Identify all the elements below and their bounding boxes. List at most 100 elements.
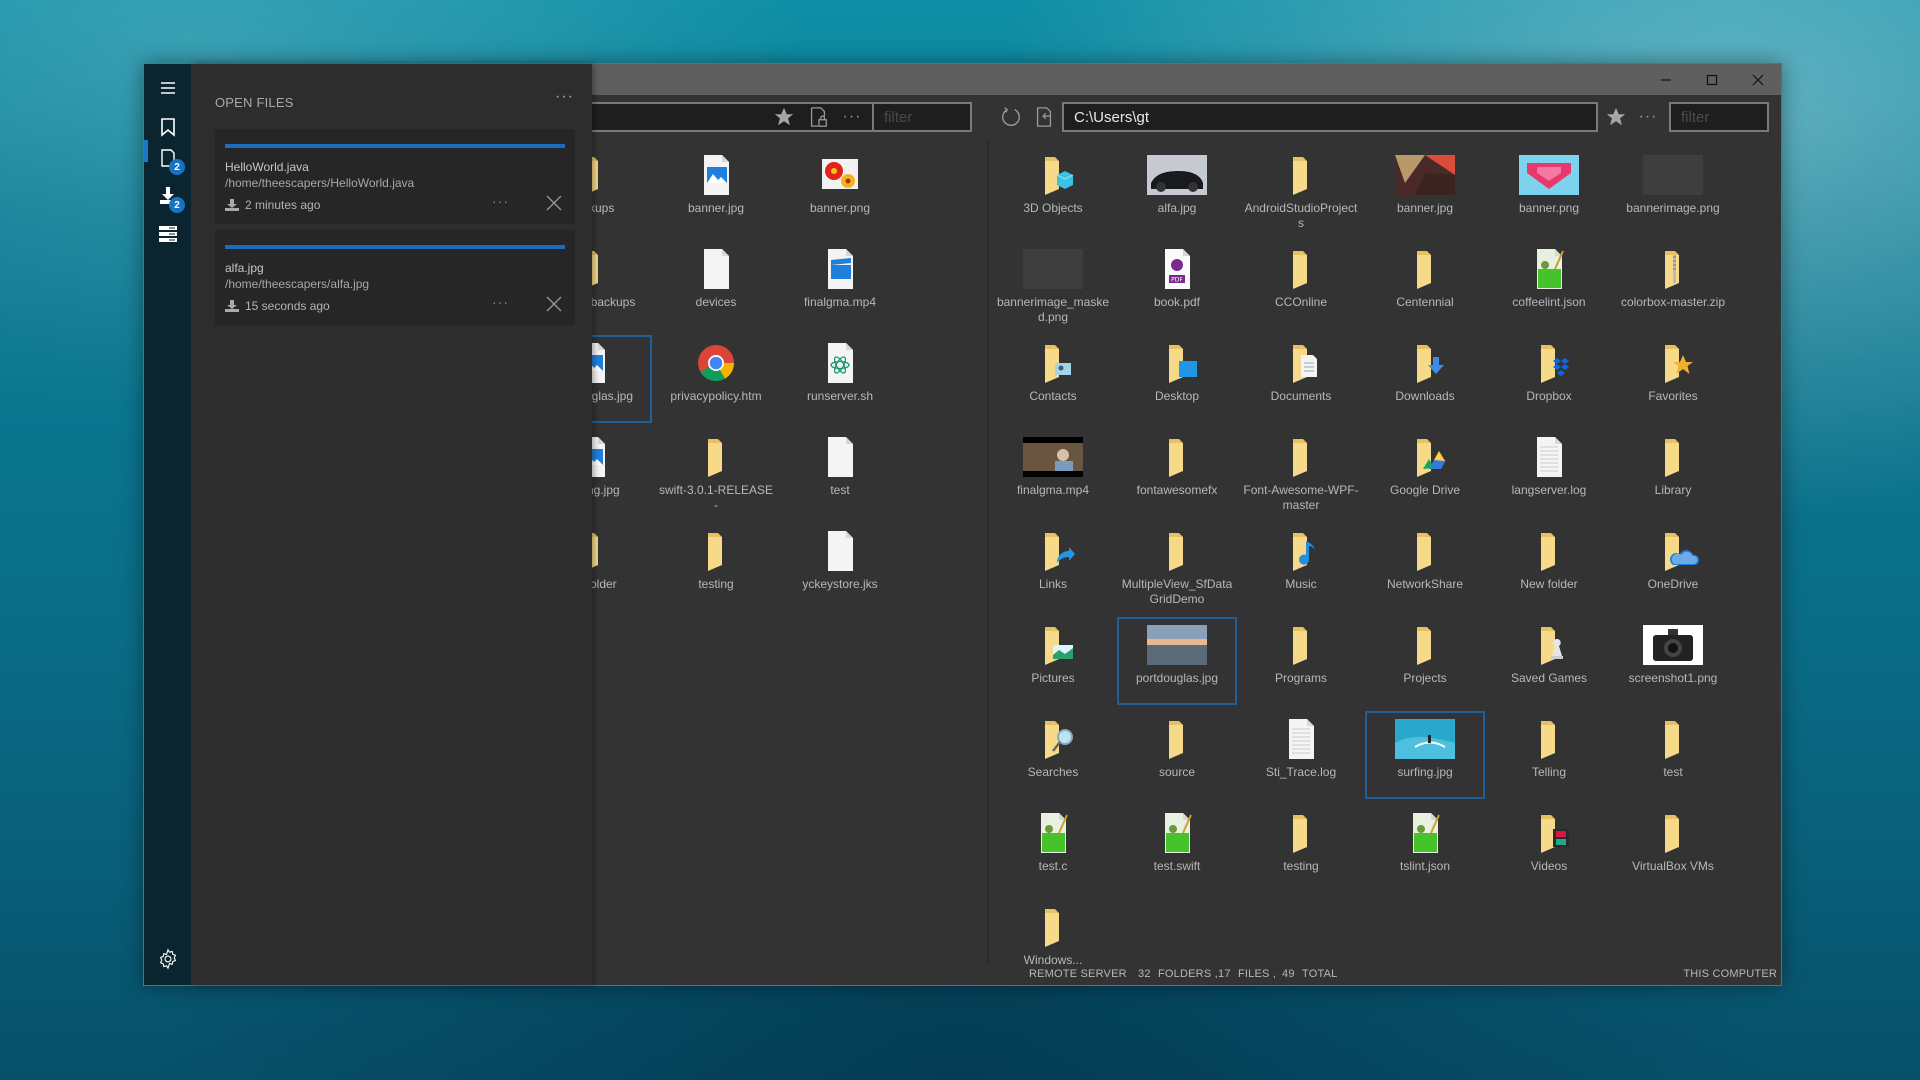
file-item[interactable]: Favorites [1613, 335, 1733, 423]
file-item-label: Font-Awesome-WPF-master [1243, 483, 1359, 512]
file-item[interactable]: langserver.log [1489, 429, 1609, 517]
file-item[interactable]: Saved Games [1489, 617, 1609, 705]
open-files-button[interactable]: 2 [144, 140, 191, 176]
file-item[interactable]: banner.jpg [1365, 147, 1485, 235]
file-item[interactable]: New folder [1489, 523, 1609, 611]
settings-button[interactable] [144, 941, 191, 977]
left-lock-button[interactable] [806, 106, 830, 128]
file-item[interactable]: runserver.sh [780, 335, 900, 423]
file-item[interactable]: Music [1241, 523, 1361, 611]
file-item[interactable]: test [1613, 711, 1733, 799]
file-item[interactable]: Contacts [993, 335, 1113, 423]
file-item[interactable]: Downloads [1365, 335, 1485, 423]
file-item[interactable]: Links [993, 523, 1113, 611]
left-more-button[interactable]: ··· [840, 106, 864, 128]
file-item[interactable]: portdouglas.jpg [1117, 617, 1237, 705]
minimize-button[interactable] [1643, 64, 1689, 95]
file-item[interactable]: finalgma.mp4 [993, 429, 1113, 517]
svg-text:PDF: PDF [1171, 277, 1183, 284]
file-item[interactable]: source [1117, 711, 1237, 799]
file-item-label: OneDrive [1647, 577, 1699, 591]
file-item[interactable]: surfing.jpg [592, 429, 652, 517]
file-item[interactable]: Google Drive [1365, 429, 1485, 517]
file-item[interactable]: Pictures [993, 617, 1113, 705]
file-item-label: MultipleView_SfDataGridDemo [1121, 577, 1233, 606]
file-item[interactable]: VirtualBox VMs [1613, 805, 1733, 893]
close-button[interactable] [1735, 64, 1781, 95]
file-item[interactable]: alfa.jpg [1117, 147, 1237, 235]
right-filter-input[interactable] [1669, 102, 1769, 132]
file-item[interactable]: Desktop [1117, 335, 1237, 423]
file-item[interactable]: Library [1613, 429, 1733, 517]
file-item[interactable]: banner.png [1489, 147, 1609, 235]
open-file-card[interactable]: HelloWorld.java /home/theescapers/HelloW… [215, 129, 575, 224]
file-item-label: Library [1654, 483, 1692, 497]
file-item[interactable]: banner.jpg [656, 147, 776, 235]
file-item[interactable]: MultipleView_SfDataGridDemo [1117, 523, 1237, 611]
file-item[interactable]: swift-3.0.1-RELEASE- [656, 429, 776, 517]
file-item[interactable]: portdouglas.jpg [592, 335, 652, 423]
open-files-title: OPEN FILES [215, 95, 294, 110]
file-item[interactable]: privacypolicy.htm [656, 335, 776, 423]
downloads-badge: 2 [169, 197, 185, 213]
file-item-label: Saved Games [1510, 671, 1588, 685]
file-item[interactable]: Font-Awesome-WPF-master [1241, 429, 1361, 517]
file-item[interactable]: test [780, 429, 900, 517]
open-file-button[interactable] [1032, 106, 1056, 128]
file-item[interactable]: devices [656, 241, 776, 329]
file-item[interactable]: surfing.jpg [1365, 711, 1485, 799]
file-item[interactable]: testfolder [592, 523, 652, 611]
left-bookmark-button[interactable] [772, 106, 796, 128]
file-item[interactable]: Dropbox [1489, 335, 1609, 423]
right-more-button[interactable]: ··· [1636, 106, 1660, 128]
file-item[interactable]: yckeystore.jks [780, 523, 900, 611]
file-item[interactable]: desktopbackups [592, 241, 652, 329]
file-item[interactable]: CCOnline [1241, 241, 1361, 329]
file-item[interactable]: Sti_Trace.log [1241, 711, 1361, 799]
file-item[interactable]: testing [1241, 805, 1361, 893]
right-bookmark-button[interactable] [1604, 106, 1628, 128]
file-item[interactable]: bannerimage.png [1613, 147, 1733, 235]
file-more-button[interactable]: ··· [492, 294, 509, 310]
file-item[interactable]: bannerimage_masked.png [993, 241, 1113, 329]
file-item[interactable]: 3D Objects [993, 147, 1113, 235]
file-item[interactable]: Telling [1489, 711, 1609, 799]
file-item[interactable]: screenshot1.png [1613, 617, 1733, 705]
flower-image-icon [810, 153, 870, 197]
file-item[interactable]: Programs [1241, 617, 1361, 705]
image-thumbnail [1643, 623, 1703, 667]
right-path-input[interactable] [1062, 102, 1598, 132]
file-item[interactable]: backups [592, 147, 652, 235]
file-item[interactable]: banner.png [780, 147, 900, 235]
file-item[interactable]: Windows... [993, 899, 1113, 965]
file-item[interactable]: testing [656, 523, 776, 611]
file-item[interactable]: colorbox-master.zip [1613, 241, 1733, 329]
open-file-card[interactable]: alfa.jpg /home/theescapers/alfa.jpg 15 s… [215, 230, 575, 325]
file-more-button[interactable]: ··· [492, 193, 509, 209]
downloads-button[interactable]: 2 [144, 178, 191, 214]
file-item[interactable]: test.c [993, 805, 1113, 893]
file-item[interactable]: fontawesomefx [1117, 429, 1237, 517]
file-item[interactable]: Centennial [1365, 241, 1485, 329]
file-item[interactable]: Videos [1489, 805, 1609, 893]
open-files-more-button[interactable]: ··· [555, 88, 574, 106]
file-item[interactable]: AndroidStudioProjects [1241, 147, 1361, 235]
maximize-button[interactable] [1689, 64, 1735, 95]
file-item[interactable]: PDF book.pdf [1117, 241, 1237, 329]
hamburger-menu-button[interactable] [144, 70, 191, 106]
file-item[interactable]: Documents [1241, 335, 1361, 423]
refresh-button[interactable] [999, 106, 1023, 128]
close-file-icon[interactable] [546, 195, 562, 211]
file-item[interactable]: OneDrive [1613, 523, 1733, 611]
folder-icon [1643, 717, 1703, 761]
file-item[interactable]: finalgma.mp4 [780, 241, 900, 329]
file-item[interactable]: coffeelint.json [1489, 241, 1609, 329]
file-item[interactable]: test.swift [1117, 805, 1237, 893]
servers-button[interactable] [144, 216, 191, 252]
left-filter-input[interactable] [872, 102, 972, 132]
file-item[interactable]: Projects [1365, 617, 1485, 705]
close-file-icon[interactable] [546, 296, 562, 312]
file-item[interactable]: NetworkShare [1365, 523, 1485, 611]
file-item[interactable]: tslint.json [1365, 805, 1485, 893]
file-item[interactable]: Searches [993, 711, 1113, 799]
